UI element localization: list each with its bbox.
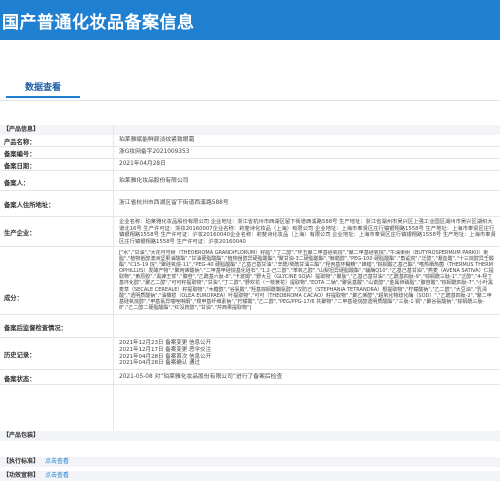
row-record-date: 备案日期： 2021年04月28日 bbox=[0, 159, 500, 171]
row-status: 备案状态： 2021-05-08 对“珀莱雅化妆品股份有限公司”进行了备案后检查 bbox=[0, 370, 500, 385]
row-product-name: 产品名称： 珀莱雅赋能鲜颜淡纹紧致眼霜 bbox=[0, 135, 500, 147]
history-entry: 2021年04月28日 备案确认 通过 bbox=[119, 360, 200, 367]
page-title: 国产普通化妆品备案信息 bbox=[2, 13, 195, 33]
history-list: 2021年12月23日 备案变更 信息公开 2021年12月17日 备案变更 恶… bbox=[119, 340, 496, 367]
row-registrant: 备案人： 珀莱雅化妆品股份有限公司 bbox=[0, 171, 500, 191]
section-exec-standard: 【执行标准】 点击查看 bbox=[0, 457, 500, 467]
section-title: 【执行标准】 bbox=[3, 458, 40, 465]
exec-standard-view-link[interactable]: 点击查看 bbox=[45, 458, 69, 465]
header-banner: 国产普通化妆品备案信息 bbox=[0, 0, 500, 40]
label-record-date: 备案日期： bbox=[4, 163, 36, 170]
label-post-regulation: 备案后监督检查情况： bbox=[4, 325, 67, 332]
label-product-name: 产品名称： bbox=[4, 139, 36, 146]
value-registrant: 珀莱雅化妆品股份有限公司 bbox=[119, 178, 189, 184]
row-post-regulation: 备案后监督检查情况： bbox=[0, 315, 500, 338]
label-record-no: 备案编号： bbox=[4, 151, 36, 158]
divider bbox=[0, 100, 500, 101]
history-entry: 2021年12月17日 备案变更 恶伞仪注 bbox=[119, 346, 211, 353]
row-history: 历史记录： 2021年12月23日 备案变更 信息公开 2021年12月17日 … bbox=[0, 338, 500, 370]
section-title: 【产品包装】 bbox=[3, 432, 40, 439]
row-registrant-address: 备案人住所地址： 浙江省杭州市西湖区留下街道西溪路588号 bbox=[0, 191, 500, 217]
efficacy-view-link[interactable]: 点击查看 bbox=[45, 472, 69, 479]
history-entry: 2021年12月23日 备案变更 信息公开 bbox=[119, 340, 211, 346]
value-registrant-address: 浙江省杭州市西湖区留下街道西溪路588号 bbox=[119, 200, 229, 206]
row-ingredients: 成分： ["水","甘油","大花可可树（THEOBROMA GRANDIFLO… bbox=[0, 247, 500, 315]
value-manufacturer: 企业名称：珀莱雅化妆品股份有限公司 企业地址：浙江省杭州市西湖区留下街道西溪路5… bbox=[119, 219, 496, 245]
label-registrant-address: 备案人住所地址： bbox=[4, 202, 55, 209]
label-status: 备案状态： bbox=[4, 376, 36, 383]
label-ingredients: 成分： bbox=[4, 295, 23, 302]
label-manufacturer: 生产企业： bbox=[4, 230, 36, 237]
label-registrant: 备案人： bbox=[4, 180, 30, 187]
section-efficacy: 【功效宣称】 点击查看 bbox=[0, 471, 500, 481]
label-history: 历史记录： bbox=[4, 352, 36, 359]
value-product-name: 珀莱雅赋能鲜颜淡纹紧致眼霜 bbox=[119, 137, 195, 143]
section-packaging: 【产品包装】 bbox=[0, 431, 500, 441]
value-record-date: 2021年04月28日 bbox=[119, 161, 166, 167]
value-record-no: 浙G妆网备字2021009353 bbox=[119, 149, 190, 155]
section-title: 【功效宣称】 bbox=[3, 472, 40, 479]
active-tab-indicator bbox=[6, 96, 80, 98]
value-status: 2021-05-08 对“珀莱雅化妆品股份有限公司”进行了备案后检查 bbox=[119, 374, 283, 380]
tab-data-view[interactable]: 数据查看 bbox=[6, 80, 80, 93]
value-ingredients: ["水","甘油","大花可可树（THEOBROMA GRANDIFLORUM）… bbox=[119, 250, 494, 311]
row-manufacturer: 生产企业： 企业名称：珀莱雅化妆品股份有限公司 企业地址：浙江省杭州市西湖区留下… bbox=[0, 217, 500, 247]
row-record-no: 备案编号： 浙G妆网备字2021009353 bbox=[0, 147, 500, 159]
